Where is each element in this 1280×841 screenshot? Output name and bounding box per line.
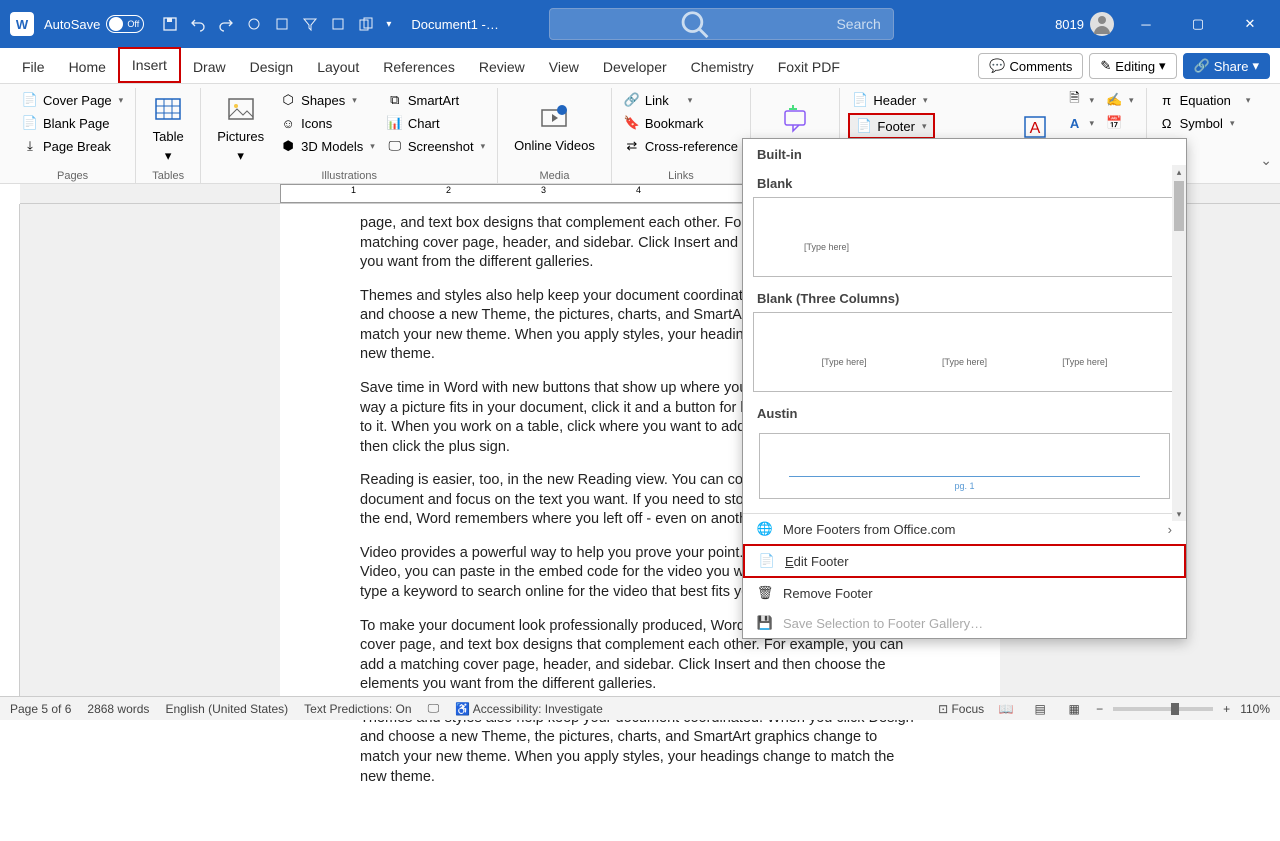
qat-icon[interactable] bbox=[246, 16, 262, 32]
display-settings-icon[interactable]: 🖵 bbox=[428, 701, 440, 716]
group-label: Links bbox=[620, 168, 742, 184]
tab-foxit[interactable]: Foxit PDF bbox=[766, 51, 852, 83]
ribbon-tabs: File Home Insert Draw Design Layout Refe… bbox=[0, 48, 1280, 84]
qat-icon[interactable] bbox=[330, 16, 346, 32]
vertical-ruler[interactable] bbox=[0, 204, 20, 696]
tab-home[interactable]: Home bbox=[57, 51, 118, 83]
share-button[interactable]: 🔗 Share ▾ bbox=[1183, 53, 1270, 79]
3d-models-button[interactable]: ⬢3D Models▾ bbox=[276, 136, 379, 156]
titlebar: W AutoSave Off ▾ Document1 -… Search 801… bbox=[0, 0, 1280, 48]
dropdown-scrollbar[interactable]: ▴ ▾ bbox=[1172, 165, 1186, 521]
equation-button[interactable]: πEquation▾ bbox=[1155, 90, 1255, 110]
autosave-toggle[interactable]: AutoSave Off bbox=[44, 15, 144, 33]
group-label: Media bbox=[506, 168, 603, 184]
gallery-item-label: Blank bbox=[753, 170, 1176, 197]
screenshot-button[interactable]: 🖵Screenshot▾ bbox=[383, 136, 489, 156]
text-item[interactable]: A▾ bbox=[1063, 113, 1099, 133]
shapes-button[interactable]: ⬡Shapes▾ bbox=[276, 90, 379, 110]
word-count[interactable]: 2868 words bbox=[87, 702, 149, 716]
tab-design[interactable]: Design bbox=[238, 51, 306, 83]
qat-icon[interactable] bbox=[274, 16, 290, 32]
link-button[interactable]: 🔗Link▾ bbox=[620, 90, 742, 110]
gallery-item-label: Austin bbox=[753, 400, 1176, 427]
comments-button[interactable]: 💬 Comments bbox=[978, 53, 1083, 79]
close-button[interactable]: ✕ bbox=[1230, 8, 1270, 40]
body-text: Themes and styles also help keep your do… bbox=[360, 709, 920, 787]
language-indicator[interactable]: English (United States) bbox=[165, 702, 288, 716]
maximize-button[interactable]: ▢ bbox=[1178, 8, 1218, 40]
tab-chemistry[interactable]: Chemistry bbox=[679, 51, 766, 83]
text-item[interactable]: 📅 bbox=[1102, 113, 1138, 133]
footer-preview-blank[interactable]: [Type here] bbox=[753, 197, 1176, 277]
header-button[interactable]: 📄Header▾ bbox=[848, 90, 934, 110]
dropdown-section-header: Built-in bbox=[743, 139, 1186, 170]
pictures-button[interactable]: Pictures▾ bbox=[209, 88, 272, 168]
tab-layout[interactable]: Layout bbox=[305, 51, 371, 83]
minimize-button[interactable]: ─ bbox=[1126, 8, 1166, 40]
undo-icon[interactable] bbox=[190, 16, 206, 32]
group-label: Pages bbox=[18, 168, 127, 184]
zoom-in-button[interactable]: + bbox=[1223, 702, 1230, 716]
remove-footer-menuitem[interactable]: 🗑Remove Footer bbox=[743, 578, 1186, 608]
table-button[interactable]: Table▾ bbox=[144, 88, 192, 168]
print-layout-button[interactable]: ▤ bbox=[1028, 699, 1052, 719]
svg-text:A: A bbox=[1029, 120, 1040, 137]
tab-insert[interactable]: Insert bbox=[118, 47, 181, 83]
page-break-button[interactable]: ⤓Page Break bbox=[18, 136, 127, 156]
more-footers-menuitem[interactable]: 🌐More Footers from Office.com› bbox=[743, 514, 1186, 544]
bookmark-button[interactable]: 🔖Bookmark bbox=[620, 113, 742, 133]
tab-references[interactable]: References bbox=[371, 51, 467, 83]
text-item[interactable]: ✍▾ bbox=[1102, 90, 1138, 110]
page-indicator[interactable]: Page 5 of 6 bbox=[10, 702, 71, 716]
search-input[interactable]: Search bbox=[549, 8, 894, 40]
zoom-level[interactable]: 110% bbox=[1240, 702, 1270, 716]
cover-page-button[interactable]: 📄Cover Page▾ bbox=[18, 90, 127, 110]
qat-overflow[interactable]: ▾ bbox=[386, 19, 391, 30]
footer-button[interactable]: 📄Footer▾ bbox=[848, 113, 934, 139]
editing-button[interactable]: ✎ Editing ▾ bbox=[1089, 53, 1176, 79]
word-icon: W bbox=[10, 12, 34, 36]
footer-preview-blank-3col[interactable]: [Type here][Type here][Type here] bbox=[753, 312, 1176, 392]
redo-icon[interactable] bbox=[218, 16, 234, 32]
zoom-out-button[interactable]: − bbox=[1096, 702, 1103, 716]
smartart-button[interactable]: ⧉SmartArt bbox=[383, 90, 489, 110]
avatar-icon bbox=[1090, 12, 1114, 36]
icons-button[interactable]: ☺Icons bbox=[276, 113, 379, 133]
tab-developer[interactable]: Developer bbox=[591, 51, 679, 83]
symbol-button[interactable]: ΩSymbol▾ bbox=[1155, 113, 1255, 133]
filter-icon[interactable] bbox=[302, 16, 318, 32]
text-predictions[interactable]: Text Predictions: On bbox=[304, 702, 411, 716]
save-selection-menuitem: 💾Save Selection to Footer Gallery… bbox=[743, 608, 1186, 638]
text-item[interactable]: 🗎▾ bbox=[1063, 90, 1099, 110]
focus-mode-button[interactable]: ⊡ Focus bbox=[938, 702, 984, 716]
document-title[interactable]: Document1 -… bbox=[411, 17, 498, 32]
online-videos-button[interactable]: Online Videos bbox=[506, 88, 603, 168]
group-label: Illustrations bbox=[209, 168, 489, 184]
blank-page-button[interactable]: 📄Blank Page bbox=[18, 113, 127, 133]
web-layout-button[interactable]: ▦ bbox=[1062, 699, 1086, 719]
zoom-slider[interactable] bbox=[1113, 707, 1213, 711]
save-icon[interactable] bbox=[162, 16, 178, 32]
accessibility-checker[interactable]: ♿ Accessibility: Investigate bbox=[455, 702, 603, 716]
chart-button[interactable]: 📊Chart bbox=[383, 113, 489, 133]
statusbar: Page 5 of 6 2868 words English (United S… bbox=[0, 696, 1280, 720]
footer-dropdown: Built-in Blank [Type here] Blank (Three … bbox=[742, 138, 1187, 639]
tab-file[interactable]: File bbox=[10, 51, 57, 83]
user-account[interactable]: 8019 bbox=[1055, 12, 1114, 36]
group-label: Tables bbox=[144, 168, 192, 184]
tab-review[interactable]: Review bbox=[467, 51, 537, 83]
read-mode-button[interactable]: 📖 bbox=[994, 699, 1018, 719]
tab-view[interactable]: View bbox=[537, 51, 591, 83]
cross-reference-button[interactable]: ⇄Cross-reference bbox=[620, 136, 742, 156]
footer-preview-austin[interactable]: pg. 1 bbox=[753, 427, 1176, 505]
gallery-item-label: Blank (Three Columns) bbox=[753, 285, 1176, 312]
tab-draw[interactable]: Draw bbox=[181, 51, 238, 83]
collapse-ribbon-button[interactable]: ⌄ bbox=[1260, 152, 1272, 169]
qat-icon[interactable] bbox=[358, 16, 374, 32]
edit-footer-menuitem[interactable]: 📄Edit Footer bbox=[743, 544, 1186, 578]
